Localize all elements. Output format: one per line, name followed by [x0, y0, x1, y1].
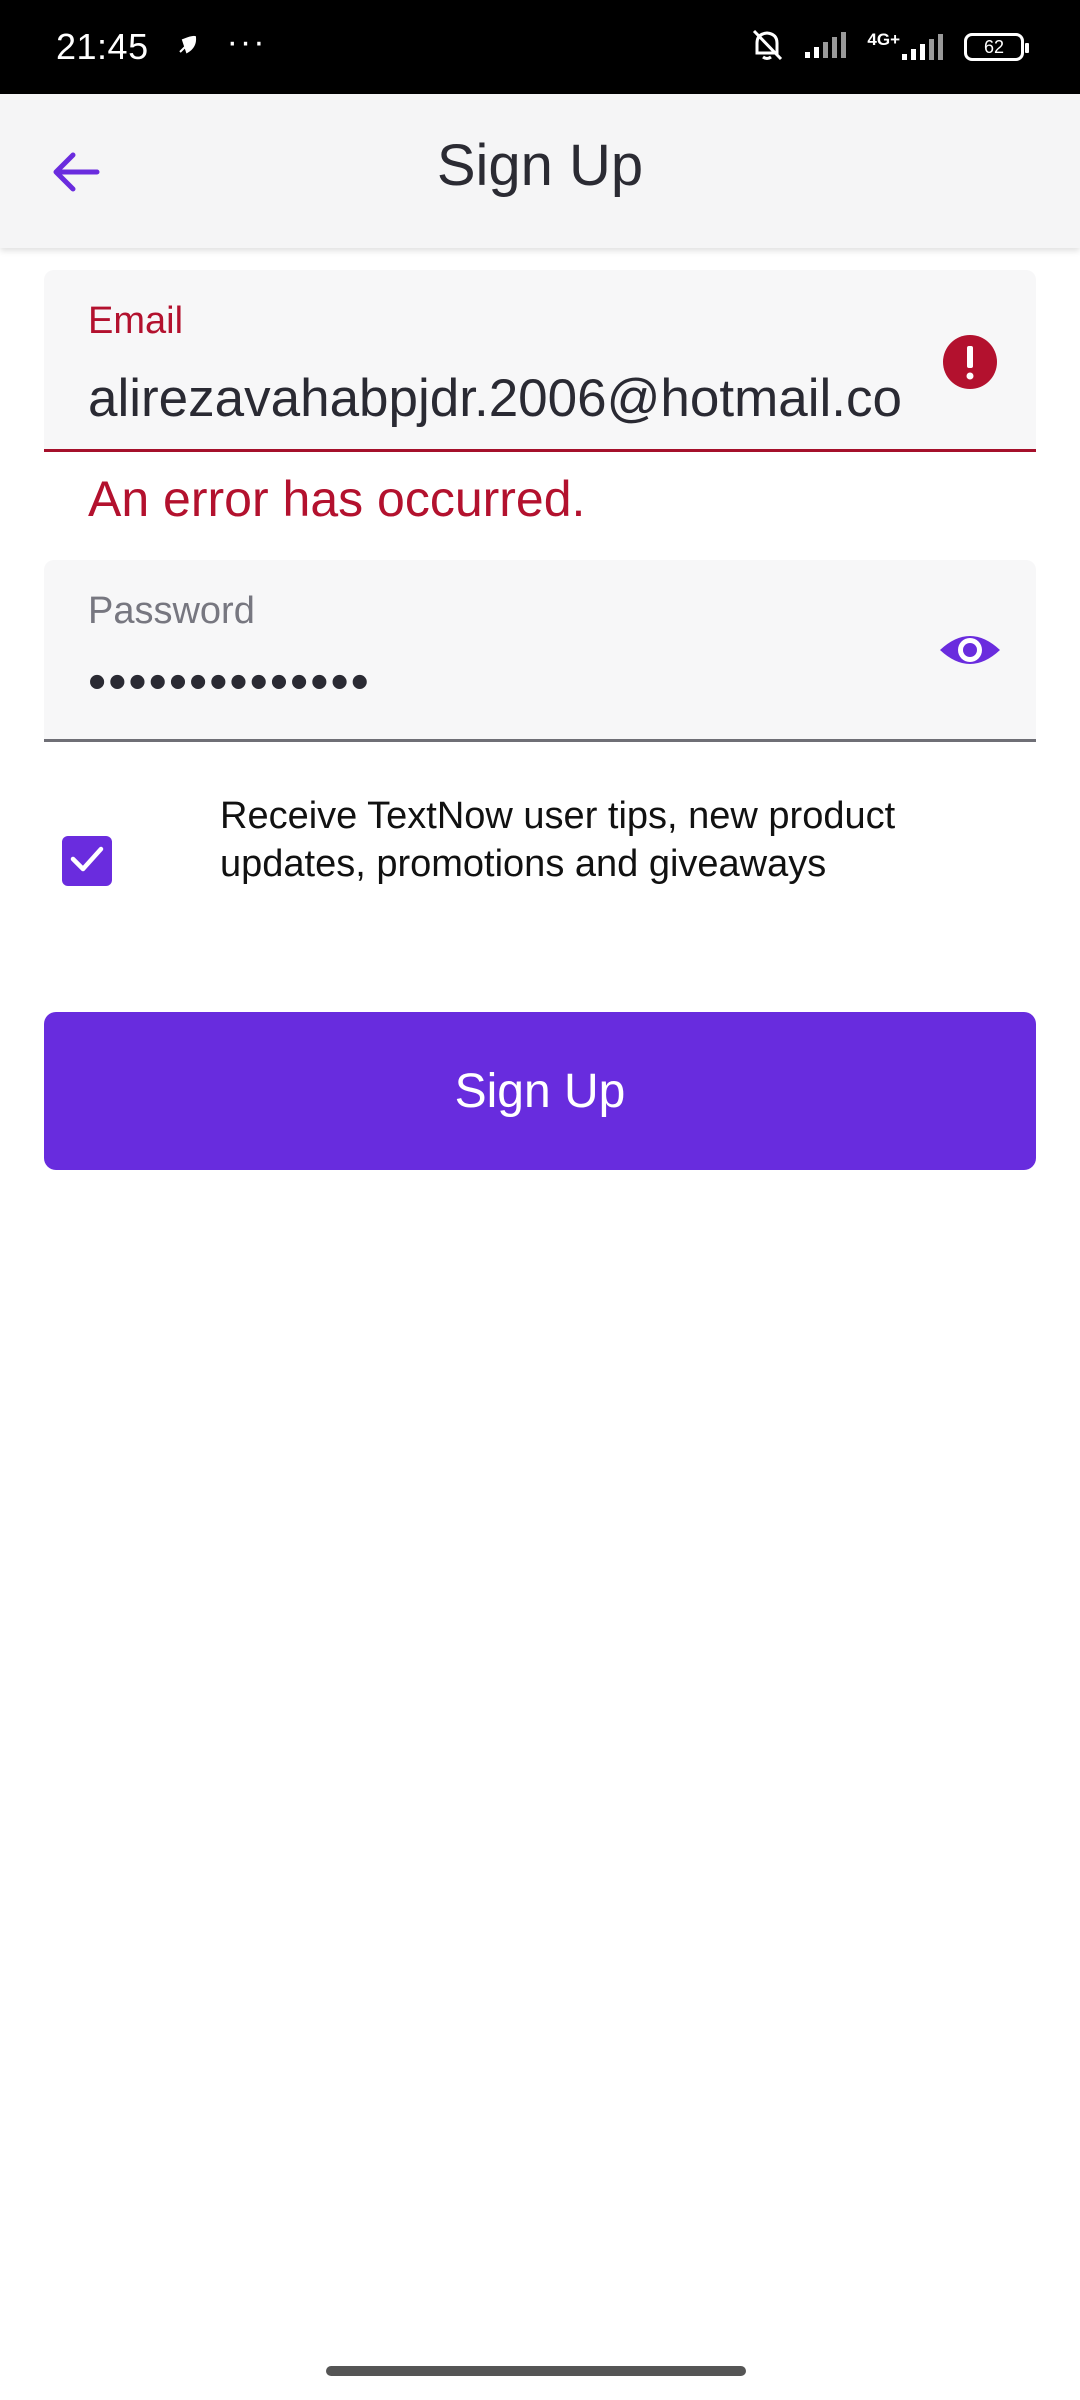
- battery-icon: 62: [964, 33, 1029, 61]
- marketing-consent-label: Receive TextNow user tips, new product u…: [220, 795, 896, 885]
- app-bar: Sign Up: [0, 94, 1080, 248]
- status-right: 4G+ 62: [749, 27, 1029, 68]
- password-field[interactable]: Password ••••••••••••••: [44, 560, 1036, 742]
- eye-icon[interactable]: [938, 620, 1002, 680]
- signal-icon: [803, 30, 849, 65]
- sign-up-button[interactable]: Sign Up: [44, 1012, 1036, 1170]
- network-type: 4G+: [867, 30, 900, 49]
- password-input[interactable]: ••••••••••••••: [88, 652, 371, 712]
- status-time: 21:45: [56, 26, 149, 67]
- check-icon: [69, 844, 105, 879]
- status-bar: 21:45 ··· 4G+ 62: [0, 0, 1080, 94]
- moon-leaf-icon: [175, 32, 201, 63]
- battery-level: 62: [983, 36, 1005, 57]
- exclamation-circle-icon: [942, 334, 998, 390]
- email-error-message: An error has occurred.: [88, 471, 586, 527]
- email-label: Email: [88, 300, 184, 342]
- email-input[interactable]: alirezavahabpjdr.2006@hotmail.co: [88, 368, 938, 429]
- sign-up-button-label: Sign Up: [454, 1064, 626, 1118]
- gesture-nav-handle[interactable]: [326, 2366, 746, 2376]
- signal-4g-icon: 4G+: [867, 30, 946, 62]
- more-notifications: ···: [226, 22, 267, 61]
- password-label: Password: [88, 590, 255, 632]
- mute-bell-icon: [749, 27, 785, 68]
- marketing-consent-checkbox[interactable]: [62, 836, 112, 886]
- page-title: Sign Up: [436, 133, 644, 198]
- status-left: 21:45 ···: [56, 22, 267, 68]
- email-field[interactable]: Email alirezavahabpjdr.2006@hotmail.co: [44, 270, 1036, 452]
